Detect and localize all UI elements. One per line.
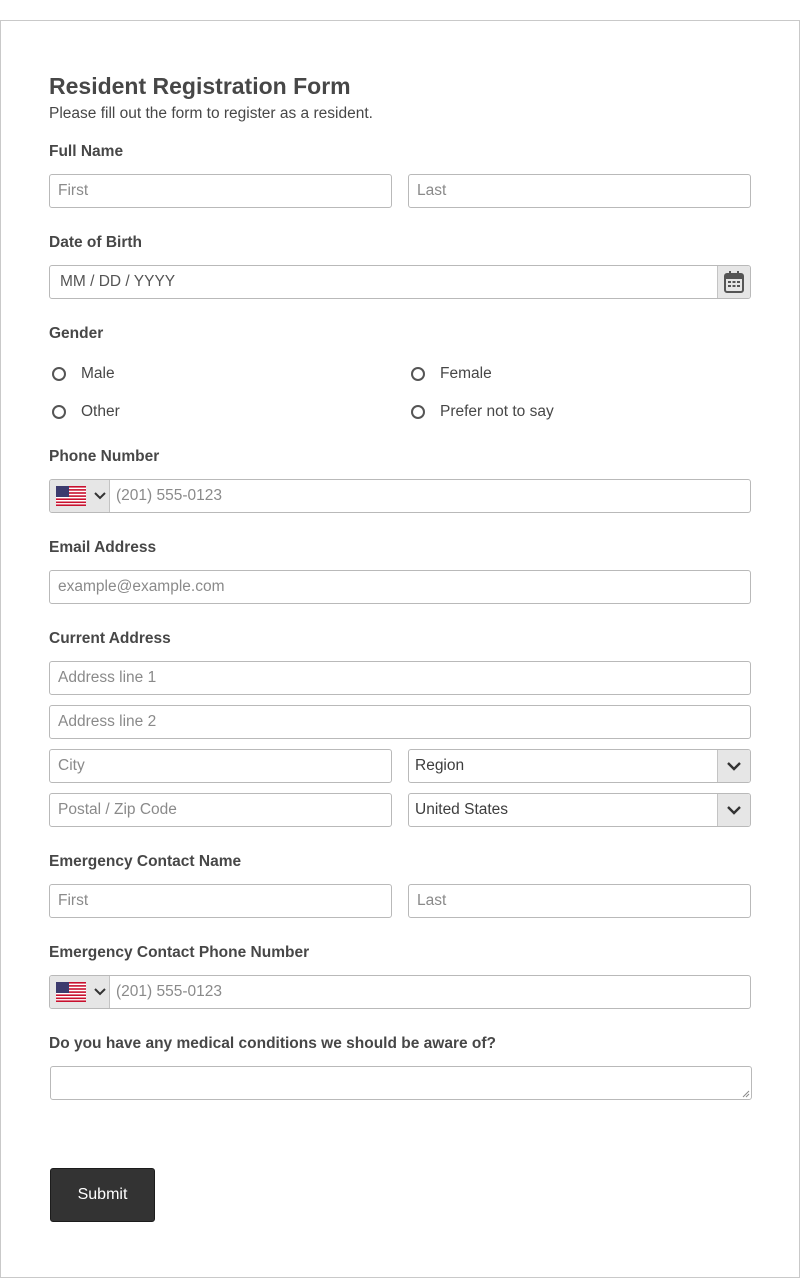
radio-circle-icon[interactable]: [411, 367, 425, 381]
city-placeholder: City: [58, 757, 85, 774]
emergency-last-placeholder: Last: [417, 892, 447, 909]
form-container: Resident Registration Form Please fill o…: [0, 20, 800, 1278]
email-label: Email Address: [49, 539, 157, 556]
resize-handle-icon[interactable]: [742, 1090, 750, 1098]
postal-code-placeholder: Postal / Zip Code: [58, 801, 177, 818]
calendar-button[interactable]: [717, 266, 750, 298]
gender-option-male[interactable]: Male: [52, 365, 115, 383]
medical-label: Do you have any medical conditions we sh…: [49, 1035, 497, 1052]
gender-label: Gender: [49, 325, 104, 342]
emergency-phone-label: Emergency Contact Phone Number: [49, 944, 310, 961]
address-line1-input[interactable]: Address line 1: [49, 661, 751, 695]
last-name-input[interactable]: Last: [408, 174, 751, 208]
country-select[interactable]: United States: [408, 793, 751, 827]
dob-input[interactable]: MM / DD / YYYY: [49, 265, 751, 299]
postal-code-input[interactable]: Postal / Zip Code: [49, 793, 392, 827]
country-code-select[interactable]: [50, 480, 110, 512]
emergency-phone-placeholder: (201) 555-0123: [116, 983, 222, 1000]
email-placeholder: example@example.com: [58, 578, 225, 595]
chevron-down-icon: [94, 492, 106, 500]
address-label: Current Address: [49, 630, 171, 647]
gender-option-label: Prefer not to say: [440, 403, 554, 420]
radio-circle-icon[interactable]: [52, 405, 66, 419]
emergency-first-placeholder: First: [58, 892, 89, 909]
phone-label: Phone Number: [49, 448, 160, 465]
city-input[interactable]: City: [49, 749, 392, 783]
emergency-last-name-input[interactable]: Last: [408, 884, 751, 918]
gender-option-prefer-not[interactable]: Prefer not to say: [411, 403, 554, 421]
chevron-down-icon: [94, 988, 106, 996]
last-name-placeholder: Last: [417, 182, 447, 199]
country-value: United States: [415, 801, 509, 818]
phone-placeholder: (201) 555-0123: [116, 487, 222, 504]
radio-circle-icon[interactable]: [411, 405, 425, 419]
medical-conditions-textarea[interactable]: [50, 1066, 752, 1100]
gender-option-label: Other: [81, 403, 120, 420]
gender-option-label: Female: [440, 365, 492, 382]
chevron-down-icon: [727, 761, 741, 771]
us-flag-icon: [56, 486, 86, 506]
emergency-phone-input[interactable]: (201) 555-0123: [49, 975, 751, 1009]
region-dropdown-button[interactable]: [717, 750, 750, 782]
submit-button[interactable]: Submit: [50, 1168, 155, 1222]
email-input[interactable]: example@example.com: [49, 570, 751, 604]
first-name-input[interactable]: First: [49, 174, 392, 208]
country-code-select[interactable]: [50, 976, 110, 1008]
gender-option-label: Male: [81, 365, 115, 382]
form-subtitle: Please fill out the form to register as …: [49, 105, 373, 122]
full-name-label: Full Name: [49, 143, 124, 160]
gender-option-other[interactable]: Other: [52, 403, 120, 421]
gender-option-female[interactable]: Female: [411, 365, 492, 383]
address-line2-placeholder: Address line 2: [58, 713, 157, 730]
radio-circle-icon[interactable]: [52, 367, 66, 381]
first-name-placeholder: First: [58, 182, 89, 199]
dob-label: Date of Birth: [49, 234, 142, 251]
country-dropdown-button[interactable]: [717, 794, 750, 826]
dob-placeholder: MM / DD / YYYY: [60, 273, 176, 290]
emergency-name-label: Emergency Contact Name: [49, 853, 242, 870]
calendar-icon: [724, 271, 744, 293]
address-line2-input[interactable]: Address line 2: [49, 705, 751, 739]
form-title: Resident Registration Form: [49, 73, 351, 99]
address-line1-placeholder: Address line 1: [58, 669, 157, 686]
phone-input[interactable]: (201) 555-0123: [49, 479, 751, 513]
emergency-first-name-input[interactable]: First: [49, 884, 392, 918]
us-flag-icon: [56, 982, 86, 1002]
chevron-down-icon: [727, 805, 741, 815]
region-select[interactable]: Region: [408, 749, 751, 783]
region-value: Region: [415, 757, 465, 774]
